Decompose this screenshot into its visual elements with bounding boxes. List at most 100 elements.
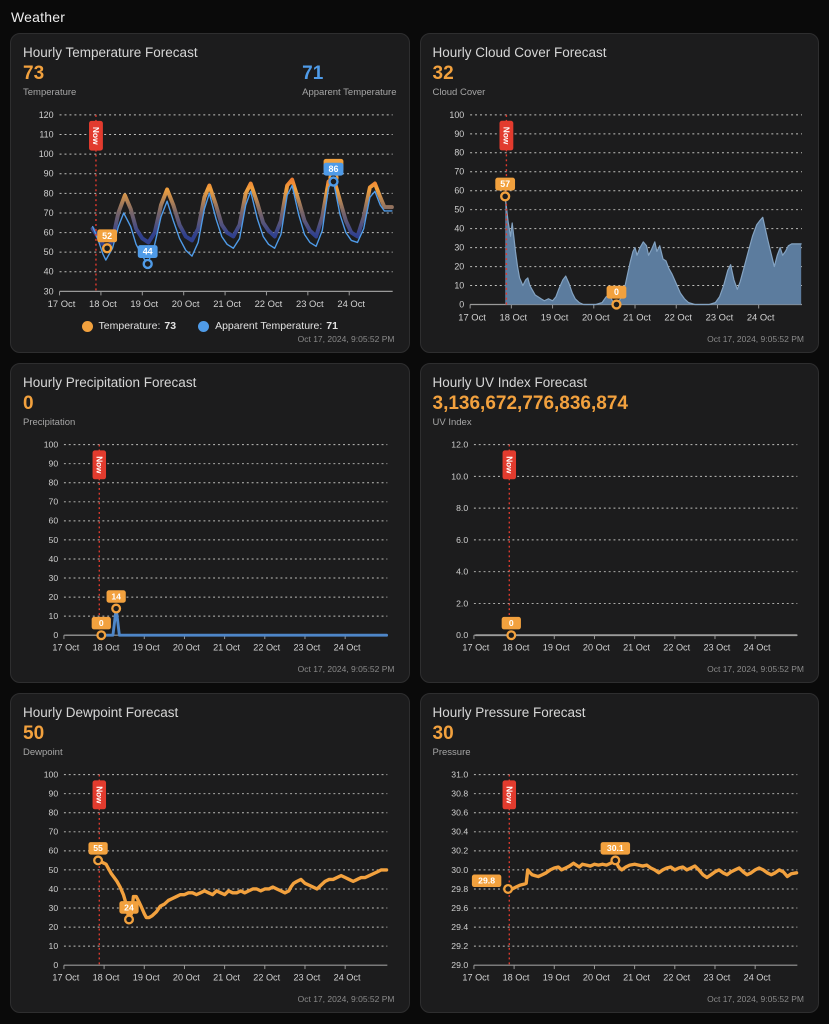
svg-text:55: 55 (93, 843, 103, 853)
svg-text:10.0: 10.0 (451, 471, 468, 481)
svg-text:24: 24 (124, 902, 134, 912)
svg-text:21 Oct: 21 Oct (213, 972, 240, 982)
svg-text:20: 20 (454, 261, 464, 271)
uv-index-chart[interactable]: 0.0 2.0 4.0 6.0 8.0 10.0 12.0 17 Oct 18 Oct 19 Oc… (433, 435, 807, 662)
svg-text:Now: Now (504, 786, 513, 804)
temperature-chart[interactable]: 30 40 50 60 70 80 90 100 110 120 17 Oct 18 Oct 19 Oc… (23, 105, 397, 319)
pressure-chart[interactable]: 29.0 29.2 29.4 29.6 29.8 30.0 30.2 30.4 30.6 30.8… (433, 765, 807, 992)
page-title: Weather (11, 9, 66, 25)
svg-text:30.1: 30.1 (606, 843, 623, 853)
svg-text:Now: Now (94, 456, 103, 474)
svg-text:0: 0 (508, 618, 513, 628)
pressure-label: Pressure (432, 746, 471, 758)
svg-text:50: 50 (49, 535, 59, 545)
svg-text:19 Oct: 19 Oct (130, 298, 158, 309)
legend-value: 71 (326, 320, 338, 332)
svg-text:23 Oct: 23 Oct (293, 972, 320, 982)
svg-text:20 Oct: 20 Oct (582, 642, 609, 652)
chart-timestamp: Oct 17, 2024, 9:05:52 PM (707, 334, 804, 344)
svg-text:17 Oct: 17 Oct (462, 642, 489, 652)
panel-title: Hourly Dewpoint Forecast (23, 705, 179, 720)
svg-text:30.4: 30.4 (451, 827, 468, 837)
legend-item-temperature[interactable]: Temperature: 73 (81, 320, 177, 332)
svg-text:120: 120 (39, 110, 54, 120)
dewpoint-label: Dewpoint (23, 746, 63, 758)
svg-text:29.8: 29.8 (478, 876, 495, 886)
svg-text:18 Oct: 18 Oct (89, 298, 117, 309)
precipitation-chart[interactable]: 0 10 20 30 40 50 60 70 80 90 100 17 Oct 18 Oct 19 Oct… (23, 435, 397, 662)
svg-text:19 Oct: 19 Oct (540, 312, 568, 322)
dewpoint-value: 50 (23, 723, 45, 744)
svg-text:30.2: 30.2 (451, 846, 468, 856)
metric-temperature: 73 Temperature (23, 63, 76, 98)
metrics-row: 3,136,672,776,836,874 UV Index (433, 393, 807, 428)
svg-text:23 Oct: 23 Oct (296, 298, 324, 309)
legend-label: Temperature: (98, 320, 161, 332)
metrics-row: 32 Cloud Cover (433, 63, 807, 98)
panel-dewpoint-forecast: Hourly Dewpoint Forecast 50 Dewpoint 0 10… (10, 693, 410, 1013)
apparent-temperature-label: Apparent Temperature (302, 86, 397, 98)
svg-text:0: 0 (53, 960, 58, 970)
svg-text:22 Oct: 22 Oct (663, 642, 690, 652)
panel-cloud-cover-forecast: Hourly Cloud Cover Forecast 32 Cloud Cov… (419, 33, 819, 353)
svg-text:10: 10 (454, 280, 464, 290)
svg-text:60: 60 (44, 227, 54, 237)
svg-text:60: 60 (454, 186, 464, 196)
svg-text:100: 100 (44, 769, 59, 779)
svg-text:90: 90 (49, 458, 59, 468)
svg-text:70: 70 (49, 827, 59, 837)
svg-text:14: 14 (111, 591, 121, 601)
svg-text:Now: Now (501, 127, 511, 145)
svg-text:19 Oct: 19 Oct (542, 642, 569, 652)
panel-precipitation-forecast: Hourly Precipitation Forecast 0 Precipit… (10, 363, 410, 683)
svg-text:17 Oct: 17 Oct (52, 642, 79, 652)
svg-text:80: 80 (454, 148, 464, 158)
svg-text:20 Oct: 20 Oct (173, 972, 200, 982)
temperature-label: Temperature (23, 86, 77, 98)
svg-text:30: 30 (454, 242, 464, 252)
svg-text:20 Oct: 20 Oct (173, 642, 200, 652)
chart-timestamp: Oct 17, 2024, 9:05:52 PM (297, 664, 395, 674)
metrics-row: 73 Temperature 71 Apparent Temperature (23, 63, 397, 98)
svg-text:23 Oct: 23 Oct (705, 312, 733, 322)
precipitation-value: 0 (23, 393, 34, 414)
svg-text:40: 40 (454, 223, 464, 233)
panel-temperature-forecast: Hourly Temperature Forecast 73 Temperatu… (10, 33, 410, 353)
svg-text:17 Oct: 17 Oct (462, 972, 489, 982)
panel-title: Hourly UV Index Forecast (432, 375, 588, 390)
svg-text:50: 50 (49, 865, 59, 875)
cloud-cover-label: Cloud Cover (432, 86, 486, 98)
svg-text:10: 10 (49, 611, 59, 621)
apparent-temperature-dot-icon (198, 320, 210, 332)
svg-text:30: 30 (49, 573, 59, 583)
svg-text:Now: Now (94, 786, 103, 804)
svg-text:90: 90 (44, 169, 54, 179)
svg-text:24 Oct: 24 Oct (334, 642, 361, 652)
uv-index-label: UV Index (432, 416, 472, 428)
svg-text:20 Oct: 20 Oct (581, 312, 609, 322)
chart-timestamp: Oct 17, 2024, 9:05:52 PM (707, 664, 804, 674)
svg-text:30.0: 30.0 (451, 865, 468, 875)
panel-title: Hourly Cloud Cover Forecast (432, 45, 607, 60)
temperature-legend: Temperature: 73 Apparent Temperature: 71 (23, 320, 397, 332)
svg-text:21 Oct: 21 Oct (623, 312, 651, 322)
panel-title: Hourly Temperature Forecast (23, 45, 198, 60)
dewpoint-chart[interactable]: 0 10 20 30 40 50 60 70 80 90 100 17 Oct 18 Oct 19 Oct… (23, 765, 397, 992)
svg-text:57: 57 (500, 179, 510, 189)
svg-text:50: 50 (44, 247, 54, 257)
precipitation-label: Precipitation (23, 416, 76, 428)
svg-text:6.0: 6.0 (456, 535, 468, 545)
panel-title: Hourly Precipitation Forecast (23, 375, 197, 390)
svg-text:40: 40 (49, 884, 59, 894)
legend-value: 73 (164, 320, 177, 332)
svg-text:30: 30 (49, 903, 59, 913)
svg-text:18 Oct: 18 Oct (502, 642, 529, 652)
svg-text:18 Oct: 18 Oct (93, 642, 120, 652)
svg-text:30.6: 30.6 (451, 807, 468, 817)
svg-text:29.0: 29.0 (451, 960, 468, 970)
svg-text:80: 80 (44, 188, 54, 198)
cloud-cover-chart[interactable]: 0 10 20 30 40 50 60 70 80 90 100 17 Oct 18 Oct 19 Oct… (433, 105, 807, 332)
legend-item-apparent-temperature[interactable]: Apparent Temperature: 71 (198, 320, 338, 332)
pressure-value: 30 (432, 723, 454, 744)
svg-text:18 Oct: 18 Oct (502, 972, 529, 982)
